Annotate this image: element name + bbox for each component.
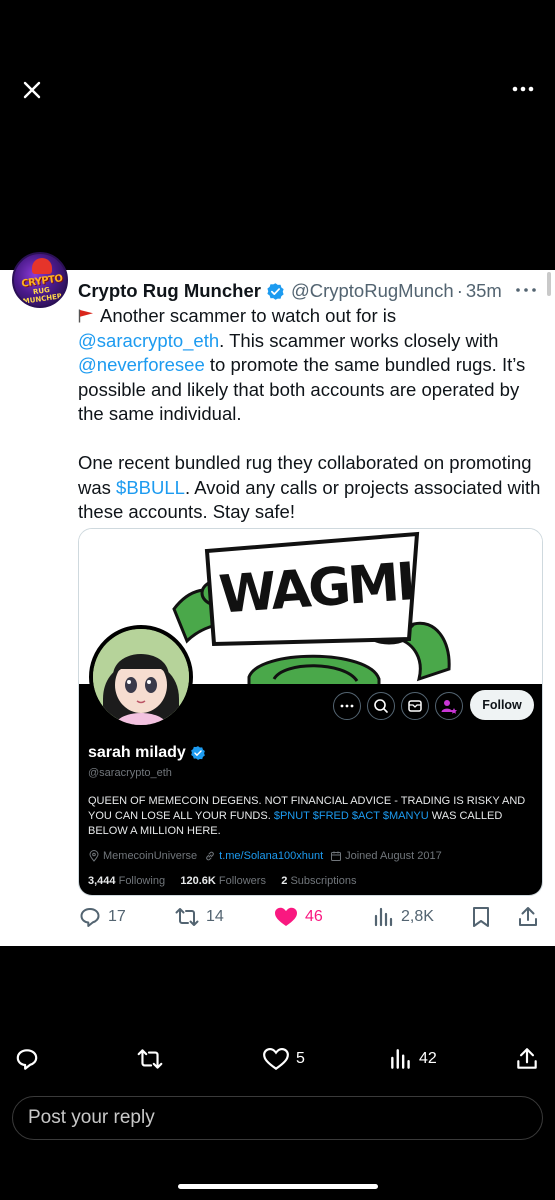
views-button[interactable]: 2,8K <box>373 905 434 929</box>
bottom-like-count: 5 <box>296 1050 305 1067</box>
bookmark-icon <box>473 907 489 927</box>
subscriptions-label: Subscriptions <box>290 875 357 887</box>
share-icon <box>517 1048 537 1069</box>
reply-input[interactable]: Post your reply <box>12 1096 543 1140</box>
profile-name: sarah milady <box>88 744 186 761</box>
profile-message-button[interactable] <box>401 692 429 720</box>
tweet-media-image[interactable]: WAGMI Follow sarah milady @saracrypto_et… <box>78 528 543 896</box>
bottom-reply-button[interactable] <box>14 1046 46 1072</box>
profile-stats: 3,444 Following 120.6K Followers 2 Subsc… <box>88 875 356 887</box>
tweet-action-bar: 17 14 46 2,8K <box>78 905 543 931</box>
close-button[interactable] <box>18 76 46 104</box>
cashtag-link[interactable]: $BBULL <box>116 477 185 498</box>
tweet-more-button[interactable] <box>512 283 540 297</box>
followers-label: Followers <box>218 875 266 887</box>
bookmark-button[interactable] <box>471 905 497 929</box>
views-count: 2,8K <box>401 908 434 925</box>
reply-icon <box>80 908 100 927</box>
author-handle[interactable]: @CryptoRugMunch <box>291 280 454 302</box>
mention-link[interactable]: @neverforesee <box>78 354 205 375</box>
tweet-header: Crypto Rug Muncher @CryptoRugMunch · 35m <box>78 279 502 303</box>
profile-more-button[interactable] <box>333 692 361 720</box>
profile-search-button[interactable] <box>367 692 395 720</box>
more-horizontal-icon <box>516 288 536 292</box>
retweet-icon <box>137 1049 163 1069</box>
tweet-text: Another scammer to watch out for is @sar… <box>78 304 543 525</box>
retweet-button[interactable]: 14 <box>174 905 224 929</box>
bottom-views-button[interactable]: 42 <box>389 1046 437 1072</box>
heart-outline-icon <box>263 1048 289 1070</box>
share-icon <box>519 907 537 926</box>
profile-name-row: sarah milady <box>88 744 206 762</box>
share-button[interactable] <box>516 905 546 929</box>
profile-location-text: MemecoinUniverse <box>103 850 198 862</box>
following-count: 3,444 <box>88 875 116 887</box>
bottom-like-button[interactable]: 5 <box>262 1046 305 1072</box>
home-indicator[interactable] <box>178 1184 378 1189</box>
bottom-views-count: 42 <box>419 1050 437 1067</box>
subscribe-icon <box>441 700 457 714</box>
close-icon <box>23 81 41 99</box>
more-horizontal-icon <box>512 86 534 92</box>
follow-button[interactable]: Follow <box>470 690 534 720</box>
header-separator: · <box>456 280 463 301</box>
subscriptions-count: 2 <box>281 875 288 887</box>
following-label: Following <box>118 875 166 887</box>
reply-button[interactable]: 17 <box>78 905 126 929</box>
bottom-retweet-button[interactable] <box>136 1046 170 1072</box>
profile-avatar <box>89 625 193 729</box>
verified-badge-icon <box>190 746 205 760</box>
tweet-text-line: . This scammer works closely with <box>219 329 499 351</box>
profile-joined: Joined August 2017 <box>330 850 442 862</box>
profile-subscribe-button[interactable] <box>435 692 463 720</box>
more-options-button[interactable] <box>506 78 540 100</box>
profile-joined-text: Joined August 2017 <box>345 850 442 862</box>
mention-link[interactable]: @saracrypto_eth <box>78 330 219 351</box>
profile-bio-cashtags: $PNUT $FRED $ACT $MANYU <box>273 810 429 822</box>
author-name[interactable]: Crypto Rug Muncher <box>78 280 261 302</box>
profile-bio: QUEEN OF MEMECOIN DEGENS. NOT FINANCIAL … <box>88 794 528 839</box>
anime-girl-avatar-illustration <box>93 629 189 725</box>
profile-website-link: t.me/Solana100xhunt <box>219 850 324 862</box>
calendar-icon <box>331 851 342 861</box>
search-icon <box>374 699 388 713</box>
views-chart-icon <box>391 1049 410 1069</box>
verified-badge-icon <box>267 282 284 300</box>
author-avatar[interactable]: CRYPTO RUG MUNCHER <box>12 252 68 308</box>
link-icon <box>206 851 214 861</box>
avatar-hat <box>32 258 52 274</box>
like-button[interactable]: 46 <box>273 905 323 929</box>
bottom-share-button[interactable] <box>514 1046 546 1072</box>
profile-handle: @saracrypto_eth <box>88 767 172 779</box>
retweet-icon <box>175 908 199 926</box>
tweet-time[interactable]: 35m <box>466 280 502 302</box>
reply-count: 17 <box>108 908 126 925</box>
location-pin-icon <box>89 850 99 862</box>
reply-icon <box>16 1049 38 1070</box>
tweet-text-line: Another scammer to watch out for is <box>100 305 397 326</box>
reply-placeholder: Post your reply <box>28 1107 155 1128</box>
more-horizontal-icon <box>340 704 354 708</box>
views-chart-icon <box>374 907 393 927</box>
retweet-count: 14 <box>206 908 224 925</box>
red-flag-emoji-icon <box>78 309 93 323</box>
like-count: 46 <box>305 908 323 925</box>
followers-count: 120.6K <box>180 875 216 887</box>
heart-filled-icon <box>275 907 297 926</box>
profile-meta: MemecoinUniverse t.me/Solana100xhunt Joi… <box>88 850 449 862</box>
mail-icon <box>408 700 422 712</box>
scrollbar[interactable] <box>547 272 551 296</box>
profile-location: MemecoinUniverse <box>88 850 197 862</box>
profile-website: t.me/Solana100xhunt <box>204 850 323 862</box>
